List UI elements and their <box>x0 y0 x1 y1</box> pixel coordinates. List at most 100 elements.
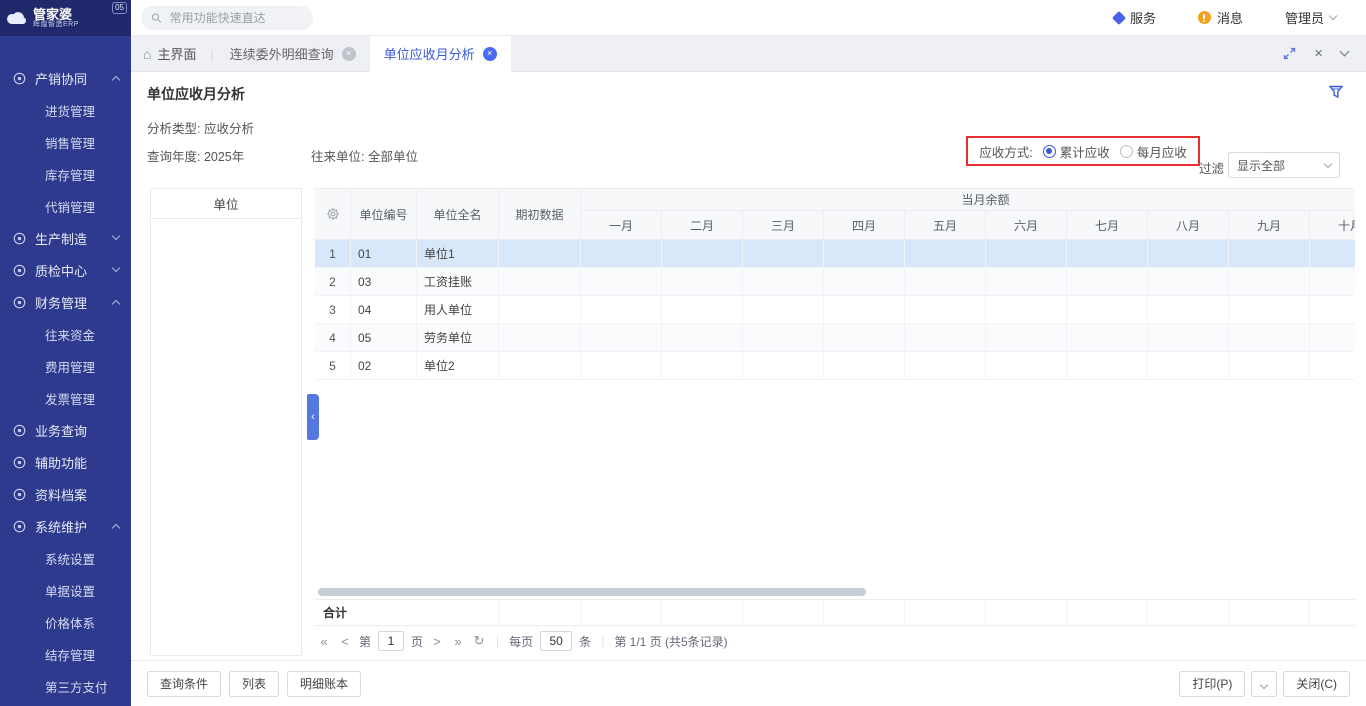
sidebar-item-price-system[interactable]: 价格体系 <box>0 606 131 638</box>
messages-button[interactable]: 消息 <box>1198 8 1243 27</box>
table-row[interactable]: 304用人单位 <box>315 296 1355 324</box>
tab-label: 单位应收月分析 <box>384 44 475 63</box>
first-page-button[interactable]: « <box>317 634 331 649</box>
message-icon <box>1198 11 1211 24</box>
value-cell <box>1229 296 1310 323</box>
gear-icon <box>326 207 340 221</box>
service-label: 服务 <box>1130 8 1156 27</box>
table-row[interactable]: 203工资挂账 <box>315 268 1355 296</box>
table-row[interactable]: 405劳务单位 <box>315 324 1355 352</box>
sidebar-item-quality-center[interactable]: 质检中心 <box>0 254 131 286</box>
partner-text: 往来单位: 全部单位 <box>311 146 418 165</box>
sidebar-item-production-manufacturing[interactable]: 生产制造 <box>0 222 131 254</box>
menu-icon <box>12 263 27 278</box>
value-cell <box>743 352 824 379</box>
unit-name-cell: 单位1 <box>417 240 499 267</box>
sidebar-item-document-settings[interactable]: 单据设置 <box>0 574 131 606</box>
total-cell <box>499 600 581 625</box>
radio-monthly-receivable[interactable]: 每月应收 <box>1120 142 1187 161</box>
column-header-opening-data: 期初数据 <box>499 189 581 239</box>
sidebar-item-consignment-management[interactable]: 代销管理 <box>0 190 131 222</box>
row-index-cell: 5 <box>315 352 351 379</box>
close-button[interactable]: 关闭(C) <box>1283 671 1350 697</box>
sidebar-item-business-query[interactable]: 业务查询 <box>0 414 131 446</box>
next-page-button[interactable]: > <box>430 634 444 649</box>
sidebar-item-purchase-management[interactable]: 进货管理 <box>0 94 131 126</box>
close-icon[interactable]: × <box>342 47 356 61</box>
sidebar-item-auxiliary-functions[interactable]: 辅助功能 <box>0 446 131 478</box>
prev-page-button[interactable]: < <box>338 634 352 649</box>
per-page-input[interactable] <box>540 631 572 651</box>
collapse-panel-handle[interactable]: ‹ <box>307 394 319 440</box>
column-header-month: 五月 <box>905 211 986 239</box>
tree-header: 单位 <box>151 189 301 219</box>
search-input[interactable] <box>168 10 303 26</box>
service-button[interactable]: 服务 <box>1114 8 1156 27</box>
value-cell <box>581 324 662 351</box>
filter-funnel-icon[interactable] <box>1328 84 1344 103</box>
value-cell <box>743 324 824 351</box>
print-button[interactable]: 打印(P) <box>1179 671 1245 697</box>
tab-outsourcing-detail-query[interactable]: 连续委外明细查询 × <box>216 36 370 72</box>
sidebar-item-label: 业务查询 <box>35 421 87 440</box>
cloud-logo-icon <box>6 11 28 25</box>
unit-name-cell: 单位2 <box>417 352 499 379</box>
pager-divider: | <box>496 634 499 648</box>
chevron-up-icon <box>112 300 120 308</box>
value-cell <box>1148 268 1229 295</box>
top-bar: 服务 消息 管理员 <box>131 0 1366 36</box>
sidebar-item-production-sales-collaboration[interactable]: 产销协同 <box>0 62 131 94</box>
horizontal-scrollbar[interactable] <box>318 588 866 596</box>
close-icon[interactable]: × <box>1314 45 1323 62</box>
close-icon[interactable]: × <box>483 47 497 61</box>
sidebar-item-system-maintenance[interactable]: 系统维护 <box>0 510 131 542</box>
pagination-summary: 第 1/1 页 (共5条记录) <box>614 633 727 650</box>
tab-home[interactable]: ⌂ 主界面 <box>131 44 208 63</box>
sidebar-item-inventory-management[interactable]: 库存管理 <box>0 158 131 190</box>
column-header-month: 三月 <box>743 211 824 239</box>
column-settings-button[interactable] <box>315 189 351 239</box>
value-cell <box>986 240 1067 267</box>
value-cell <box>905 352 986 379</box>
page-number-input[interactable] <box>378 631 404 651</box>
sidebar-item-data-archives[interactable]: 资料档案 <box>0 478 131 510</box>
sidebar-item-current-funds[interactable]: 往来资金 <box>0 318 131 350</box>
last-page-button[interactable]: » <box>451 634 465 649</box>
radio-cumulative-receivable[interactable]: 累计应收 <box>1043 142 1110 161</box>
value-cell <box>1229 240 1310 267</box>
print-options-button[interactable] <box>1251 671 1277 697</box>
sidebar-item-finance-management[interactable]: 财务管理 <box>0 286 131 318</box>
sidebar-item-label: 库存管理 <box>45 165 95 184</box>
quick-search[interactable] <box>141 6 313 30</box>
sidebar-item-sales-management[interactable]: 销售管理 <box>0 126 131 158</box>
value-cell <box>1067 240 1148 267</box>
query-year-text: 查询年度: 2025年 <box>147 146 244 165</box>
sidebar-item-expense-management[interactable]: 费用管理 <box>0 350 131 382</box>
table-row[interactable]: 502单位2 <box>315 352 1355 380</box>
chevron-down-icon <box>1324 159 1332 167</box>
filter-dropdown[interactable]: 显示全部 <box>1228 152 1340 178</box>
query-conditions-button[interactable]: 查询条件 <box>147 671 221 697</box>
table-row[interactable]: 101单位1 <box>315 240 1355 268</box>
sidebar: 管家婆 辉煌智造ERP 05 产销协同 进货管理 销售管理 库存管理 代销管理 … <box>0 0 131 706</box>
tab-unit-receivable-month-analysis[interactable]: 单位应收月分析 × <box>370 36 511 72</box>
sidebar-item-balance-management[interactable]: 结存管理 <box>0 638 131 670</box>
user-menu[interactable]: 管理员 <box>1285 8 1336 27</box>
refresh-button[interactable]: ↻ <box>472 633 486 649</box>
radio-checked-icon <box>1043 145 1056 158</box>
list-button[interactable]: 列表 <box>229 671 279 697</box>
value-cell <box>581 352 662 379</box>
value-cell <box>581 268 662 295</box>
unit-name-cell: 用人单位 <box>417 296 499 323</box>
sidebar-item-third-party-payment[interactable]: 第三方支付 <box>0 670 131 702</box>
total-cell <box>662 600 743 625</box>
mode-label: 应收方式: <box>979 142 1032 161</box>
total-cell <box>905 600 986 625</box>
sidebar-item-invoice-management[interactable]: 发票管理 <box>0 382 131 414</box>
maximize-icon[interactable] <box>1283 47 1296 60</box>
sidebar-item-system-settings[interactable]: 系统设置 <box>0 542 131 574</box>
row-index-cell: 1 <box>315 240 351 267</box>
chevron-down-icon[interactable] <box>1340 47 1350 57</box>
detail-ledger-button[interactable]: 明细账本 <box>287 671 361 697</box>
chevron-down-icon <box>112 264 120 272</box>
